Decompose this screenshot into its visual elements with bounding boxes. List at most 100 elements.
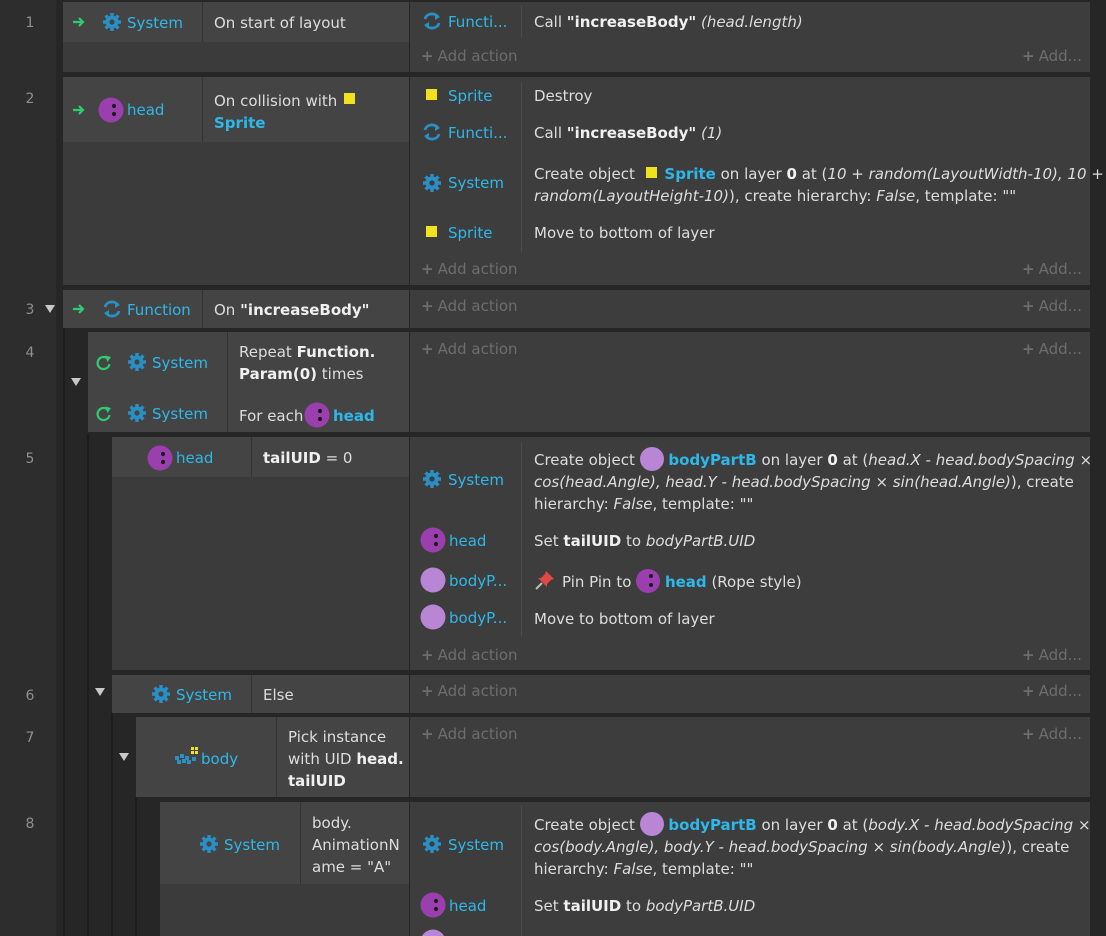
nesting-line xyxy=(111,713,113,936)
condition-text-line2[interactable]: AnimationN xyxy=(312,834,400,856)
condition-separator xyxy=(251,437,252,477)
condition-text-line1[interactable]: Pick instance xyxy=(288,726,386,748)
body-circle-icon xyxy=(639,811,664,836)
object-head[interactable]: head xyxy=(127,101,164,119)
condition-text[interactable]: tailUID = 0 xyxy=(263,447,352,469)
condition-text[interactable]: On collision with xyxy=(214,90,337,112)
condition-separator xyxy=(202,2,203,42)
gear-icon xyxy=(423,174,441,192)
collapse-triangle-icon[interactable] xyxy=(71,378,81,386)
condition-text-line2[interactable]: with UID head. xyxy=(288,748,404,770)
body-circle-icon xyxy=(420,604,446,630)
object-function[interactable]: Function xyxy=(127,301,191,319)
condition-text-line1[interactable]: body. xyxy=(312,812,352,834)
function-arg: (head.length) xyxy=(700,13,803,31)
condition-object[interactable]: Sprite xyxy=(214,112,265,134)
add-more-button[interactable]: + Add... xyxy=(1022,47,1082,65)
add-more-button[interactable]: + Add... xyxy=(1022,340,1082,358)
action-text-line3[interactable]: hierarchy: False, template: "" xyxy=(534,858,753,880)
action-call[interactable]: Call "increaseBody" (head.length) xyxy=(534,11,803,33)
add-action-button[interactable]: + Add action xyxy=(421,297,518,315)
collapse-triangle-icon[interactable] xyxy=(119,753,129,761)
nesting-line xyxy=(63,328,65,936)
add-more-button[interactable]: + Add... xyxy=(1022,725,1082,743)
condition-text[interactable]: On start of layout xyxy=(214,12,346,34)
condition-text-line3[interactable]: tailUID xyxy=(288,770,346,792)
condition-text[interactable]: On "increaseBody" xyxy=(214,299,370,321)
object-sprite[interactable]: Sprite xyxy=(448,87,493,105)
add-more-button[interactable]: + Add... xyxy=(1022,682,1082,700)
object-system[interactable]: System xyxy=(127,14,183,32)
action-separator xyxy=(521,806,522,936)
add-action-button[interactable]: + Add action xyxy=(421,47,518,65)
head-circle-icon xyxy=(304,402,330,428)
nesting-line xyxy=(135,798,137,936)
action-text[interactable]: Pin Pin to head (Rope style) xyxy=(562,568,802,593)
object-body[interactable]: body xyxy=(201,750,238,768)
condition-text[interactable]: Else xyxy=(263,684,294,706)
object-bodypart[interactable]: bodyP... xyxy=(449,572,507,590)
object-system[interactable]: System xyxy=(448,471,504,489)
object-head[interactable]: head xyxy=(176,449,213,467)
action-text-line3[interactable]: hierarchy: False, template: "" xyxy=(534,493,753,515)
action-text-line1[interactable]: Create object bodyPartB on layer 0 at (h… xyxy=(534,446,1092,471)
object-system[interactable]: System xyxy=(448,174,504,192)
condition-object[interactable]: head xyxy=(333,405,375,427)
object-head[interactable]: head xyxy=(449,897,486,915)
condition-separator xyxy=(300,802,301,884)
row-number: 4 xyxy=(25,345,35,361)
action-text-line2[interactable]: cos(head.Angle), head.Y - head.bodySpaci… xyxy=(534,471,1074,493)
action-text-line2[interactable]: cos(body.Angle), body.Y - head.bodySpaci… xyxy=(534,836,1069,858)
object-system[interactable]: System xyxy=(152,405,208,423)
add-action-button[interactable]: + Add action xyxy=(421,260,518,278)
function-loop-icon xyxy=(423,123,441,141)
action-text[interactable]: Set tailUID to bodyPartB.UID xyxy=(534,530,755,552)
add-action-button[interactable]: + Add action xyxy=(421,725,518,743)
row-number: 3 xyxy=(25,302,35,318)
condition-separator xyxy=(227,332,228,432)
gear-icon xyxy=(200,835,218,853)
head-circle-icon xyxy=(636,568,661,593)
trigger-arrow-icon xyxy=(73,105,85,115)
gear-icon xyxy=(152,685,170,703)
object-system[interactable]: System xyxy=(224,836,280,854)
object-system[interactable]: System xyxy=(448,836,504,854)
condition-text-line2[interactable]: Param(0) times xyxy=(239,363,364,385)
condition-text[interactable]: For each xyxy=(239,405,303,427)
object-function[interactable]: Functi... xyxy=(448,124,507,142)
action-text[interactable]: Move to bottom of layer xyxy=(534,608,715,630)
object-bodypart[interactable]: bodyP... xyxy=(449,609,507,627)
condition-text-line1[interactable]: Repeat Function. xyxy=(239,341,375,363)
add-more-button[interactable]: + Add... xyxy=(1022,297,1082,315)
object-system[interactable]: System xyxy=(176,686,232,704)
collapse-triangle-icon[interactable] xyxy=(45,305,55,313)
object-system[interactable]: System xyxy=(152,354,208,372)
action-text[interactable]: Move to bottom of layer xyxy=(534,222,715,244)
action-call[interactable]: Call "increaseBody" (1) xyxy=(534,122,722,144)
sprite-square-icon xyxy=(426,89,437,100)
collapse-triangle-icon[interactable] xyxy=(95,688,105,696)
condition-text-line3[interactable]: ame = "A" xyxy=(312,856,391,878)
add-action-button[interactable]: + Add action xyxy=(421,340,518,358)
add-more-button[interactable]: + Add... xyxy=(1022,260,1082,278)
gear-icon xyxy=(423,470,441,488)
call-label: Call xyxy=(534,13,563,31)
function-name: "increaseBody" xyxy=(566,13,697,31)
function-loop-icon xyxy=(103,300,121,318)
add-more-button[interactable]: + Add... xyxy=(1022,646,1082,664)
object-function[interactable]: Functi... xyxy=(448,13,507,31)
head-circle-icon xyxy=(420,892,446,918)
add-action-button[interactable]: + Add action xyxy=(421,646,518,664)
nesting-line xyxy=(87,434,89,936)
condition-separator xyxy=(202,77,203,142)
action-text[interactable]: Set tailUID to bodyPartB.UID xyxy=(534,895,755,917)
object-head[interactable]: head xyxy=(449,532,486,550)
line-number-gutter xyxy=(0,0,56,936)
action-text-line1[interactable]: Create object bodyPartB on layer 0 at (b… xyxy=(534,811,1091,836)
action-text-line2[interactable]: random(LayoutHeight-10)), create hierarc… xyxy=(534,185,1016,207)
add-action-button[interactable]: + Add action xyxy=(421,682,518,700)
action-text-line1[interactable]: Create object Sprite on layer 0 at (10 +… xyxy=(534,163,1104,185)
head-circle-icon xyxy=(147,445,173,471)
object-sprite[interactable]: Sprite xyxy=(448,224,493,242)
action-text[interactable]: Destroy xyxy=(534,85,592,107)
